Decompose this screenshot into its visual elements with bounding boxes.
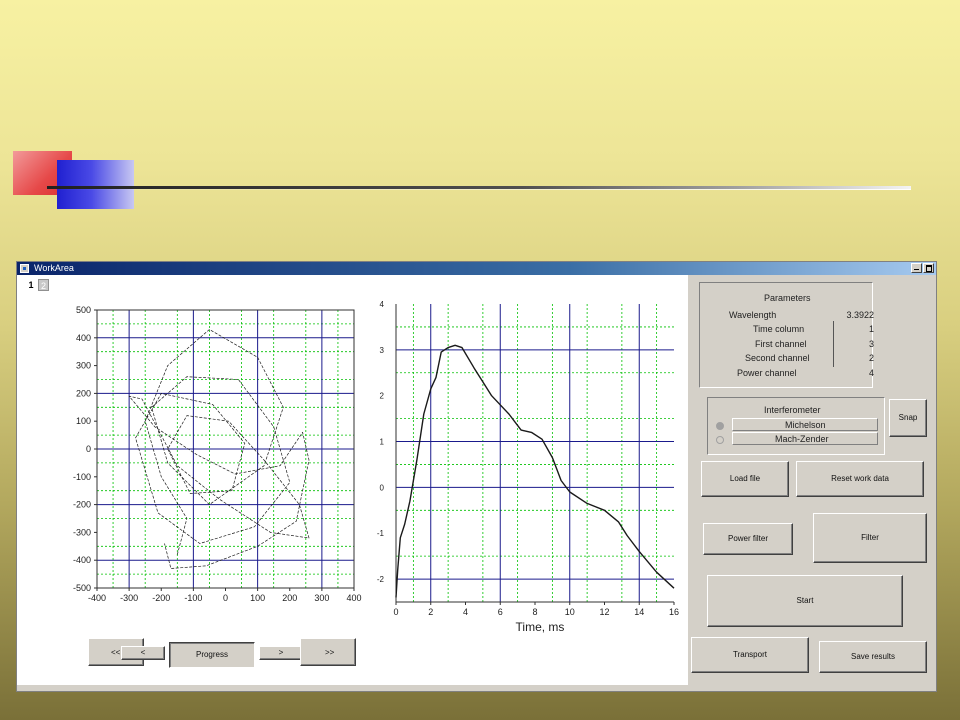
- signal-x-tick-label: 10: [565, 607, 575, 617]
- trajectory-x-tick-label: -200: [152, 593, 170, 603]
- interferometer-group: Interferometer Michelson Mach-Zender: [707, 397, 885, 455]
- slider-left-button[interactable]: <: [121, 646, 165, 660]
- filter-button[interactable]: Filter: [813, 513, 927, 563]
- signal-y-tick-label: -1: [377, 529, 385, 538]
- trajectory-x-tick-label: 300: [314, 593, 329, 603]
- mach-zender-radio[interactable]: [716, 436, 724, 444]
- param-label-second-channel: Second channel: [745, 353, 810, 363]
- trajectory-plot: -400 -300 -200 -100 0 100 200 300 40050040030020…: [73, 300, 679, 634]
- trajectory-y-tick-label: 500: [76, 305, 91, 315]
- param-value-wavelength[interactable]: 3.3922: [834, 310, 874, 320]
- trajectory-x-tick-label: -100: [184, 593, 202, 603]
- michelson-option[interactable]: Michelson: [732, 418, 878, 431]
- signal-y-tick-label: 3: [380, 346, 385, 355]
- mach-zender-label: Mach-Zender: [775, 434, 829, 444]
- trajectory-x-tick-label: -400: [88, 593, 106, 603]
- michelson-radio[interactable]: [716, 422, 724, 430]
- param-value-first-channel[interactable]: 3: [834, 339, 874, 349]
- trajectory-x-tick-label: -300: [120, 593, 138, 603]
- param-label-first-channel: First channel: [755, 339, 807, 349]
- trajectory-x-tick-label: 200: [282, 593, 297, 603]
- signal-y-tick-label: -2: [377, 575, 385, 584]
- next-button[interactable]: >>: [300, 638, 356, 666]
- param-value-time-column[interactable]: 1: [834, 324, 874, 334]
- transport-button[interactable]: Transport: [691, 637, 809, 673]
- trajectory-y-tick-label: 200: [76, 388, 91, 398]
- prev-button-label: <<: [111, 648, 121, 657]
- signal-y-tick-label: 4: [380, 300, 385, 309]
- param-value-second-channel[interactable]: 2: [834, 353, 874, 363]
- trajectory-y-tick-label: -100: [73, 472, 91, 482]
- signal-x-tick-label: 14: [634, 607, 644, 617]
- signal-axes: 0 2 4 6 8 10 12 14 1643210-1-2Time, ms: [377, 300, 679, 634]
- trajectory-x-tick-label: 100: [250, 593, 265, 603]
- trajectory-x-tick-label: 400: [346, 593, 361, 603]
- param-label-power-channel: Power channel: [737, 368, 797, 378]
- trajectory-y-tick-label: 100: [76, 416, 91, 426]
- slider-right-button[interactable]: >: [259, 646, 303, 660]
- trajectory-y-tick-label: 0: [86, 444, 91, 454]
- signal-x-tick-label: 4: [463, 607, 468, 617]
- signal-y-tick-label: 0: [380, 483, 385, 492]
- trajectory-y-tick-label: -400: [73, 555, 91, 565]
- interferometer-title: Interferometer: [764, 405, 821, 415]
- next-button-label: >>: [325, 648, 335, 657]
- param-value-power-channel[interactable]: 4: [834, 368, 874, 378]
- title-underline-highlight: [47, 189, 911, 190]
- parameters-title: Parameters: [764, 293, 811, 303]
- load-file-button[interactable]: Load file: [701, 461, 789, 497]
- progress-button[interactable]: Progress: [169, 642, 255, 668]
- trajectory-y-tick-label: -200: [73, 500, 91, 510]
- reset-work-data-button[interactable]: Reset work data: [796, 461, 924, 497]
- signal-x-tick-label: 6: [498, 607, 503, 617]
- signal-y-tick-label: 1: [380, 438, 385, 447]
- minimize-icon[interactable]: [911, 263, 922, 273]
- trajectory-x-tick-label: 0: [223, 593, 228, 603]
- param-divider: [833, 321, 834, 367]
- maximize-icon[interactable]: [923, 263, 934, 273]
- signal-y-tick-label: 2: [380, 392, 385, 401]
- mach-zender-option[interactable]: Mach-Zender: [732, 432, 878, 445]
- workarea-window: WorkArea 1 2 -400 -300 -200 -100 0 100 200 300 4…: [16, 261, 937, 692]
- signal-x-tick-label: 0: [393, 607, 398, 617]
- signal-x-tick-label: 8: [532, 607, 537, 617]
- michelson-label: Michelson: [785, 420, 826, 430]
- title-accent-blue-square: [57, 160, 134, 209]
- signal-x-tick-label: 16: [669, 607, 679, 617]
- signal-x-tick-label: 2: [428, 607, 433, 617]
- save-results-button[interactable]: Save results: [819, 641, 927, 673]
- param-label-wavelength: Wavelength: [729, 310, 777, 320]
- trajectory-y-tick-label: 300: [76, 361, 91, 371]
- parameters-group: Parameters Wavelength 3.3922 Time column…: [699, 282, 874, 388]
- signal-series-line: [395, 344, 675, 598]
- trajectory-y-tick-label: -300: [73, 527, 91, 537]
- trajectory-y-tick-label: -500: [73, 583, 91, 593]
- power-filter-button[interactable]: Power filter: [703, 523, 793, 555]
- trajectory-y-tick-label: 400: [76, 333, 91, 343]
- trajectory-axes: -400 -300 -200 -100 0 100 200 300 400 500 400 300 20…: [73, 305, 362, 603]
- start-button[interactable]: Start: [707, 575, 903, 627]
- snap-button[interactable]: Snap: [889, 399, 927, 437]
- param-label-time-column: Time column: [753, 324, 805, 334]
- signal-x-axis-label: Time, ms: [516, 620, 565, 634]
- signal-x-tick-label: 12: [599, 607, 609, 617]
